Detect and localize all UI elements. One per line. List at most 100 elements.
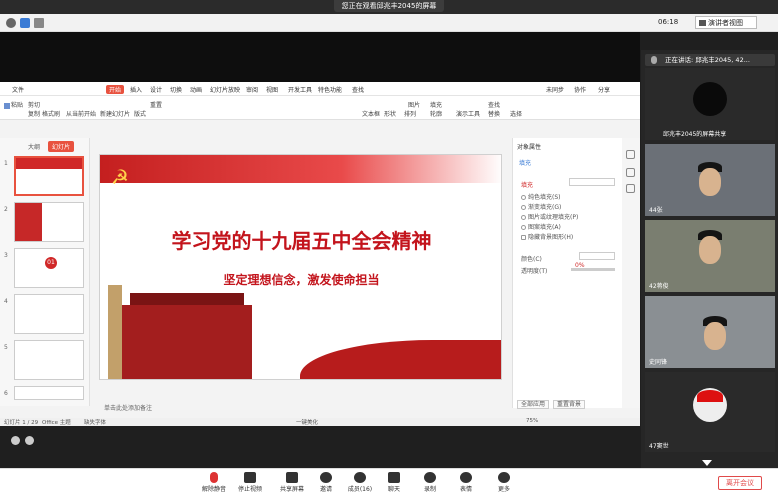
pattern-fill-option[interactable]: 图案填充(A)	[521, 222, 561, 231]
presentation-tools-button[interactable]: 演示工具	[456, 109, 480, 118]
presenter-view-button[interactable]: 演讲者视图	[695, 16, 757, 29]
menu-review[interactable]: 审阅	[246, 85, 258, 94]
menu-features[interactable]: 特色功能	[318, 85, 342, 94]
fill-button[interactable]: 填充	[430, 100, 442, 109]
scroll-down-icon[interactable]	[702, 460, 712, 466]
leave-meeting-button[interactable]: 离开会议	[718, 476, 762, 490]
outline-button[interactable]: 轮廓	[430, 109, 442, 118]
slide-thumbnail-2[interactable]	[14, 202, 84, 242]
slide-thumbnail-1[interactable]	[14, 156, 84, 196]
slide-pillar-graphic	[108, 285, 122, 379]
collaborate-button[interactable]: 协作	[574, 85, 586, 94]
missing-font[interactable]: 缺失字体	[84, 418, 106, 426]
emoji-button[interactable]: 表情	[448, 472, 484, 493]
menu-file[interactable]: 文件	[12, 85, 24, 94]
invite-button[interactable]: 邀请	[308, 472, 344, 493]
info-icon[interactable]	[6, 18, 16, 28]
solid-fill-option[interactable]: 纯色填充(S)	[521, 192, 561, 201]
fill-dropdown[interactable]	[569, 178, 615, 186]
paste-button[interactable]: 粘贴	[4, 100, 23, 109]
participant-face	[699, 168, 721, 196]
participant-tile-2[interactable]: 42蒋俊	[645, 220, 775, 292]
shield-icon[interactable]	[20, 18, 30, 28]
chat-button[interactable]: 聊天	[376, 472, 412, 493]
menu-design[interactable]: 设计	[150, 85, 162, 94]
find-button[interactable]: 查找	[488, 100, 500, 109]
theme-name: Office 主题	[42, 420, 71, 426]
select-button[interactable]: 选择	[510, 109, 522, 118]
video-button[interactable]: 停止视频	[232, 472, 268, 493]
reset-background-button[interactable]: 重置背景	[553, 400, 586, 409]
from-current-button[interactable]: 从当前开始	[66, 109, 96, 118]
unsynced-status[interactable]: 未同步	[546, 85, 564, 94]
emoji-icon	[460, 472, 472, 483]
sharer-tile[interactable]: 邱兆丰2045的屏幕共享	[645, 68, 775, 140]
slide-thumbnail-5[interactable]	[14, 340, 84, 380]
sharer-label: 邱兆丰2045的屏幕共享	[663, 131, 727, 138]
menu-search[interactable]: 查找	[352, 85, 364, 94]
thumb-number: 5	[4, 344, 8, 351]
properties-icon[interactable]	[626, 150, 635, 159]
record-icon	[424, 472, 436, 483]
notes-field[interactable]: 单击此处添加备注	[96, 403, 508, 415]
replace-button[interactable]: 替换	[488, 109, 500, 118]
star-icon[interactable]	[626, 168, 635, 177]
participant-tile-4[interactable]: 47窦世	[645, 372, 775, 452]
more-button[interactable]: 更多	[486, 472, 522, 493]
menu-animation[interactable]: 动画	[190, 85, 202, 94]
textbox-button[interactable]: 文本框	[362, 109, 380, 118]
cut-button[interactable]: 剪切	[28, 100, 40, 109]
menu-view[interactable]: 视图	[266, 85, 278, 94]
tab-outline[interactable]: 大纲	[24, 141, 44, 152]
shape-button[interactable]: 形状	[384, 109, 396, 118]
participant-tile-3[interactable]: 史同锋	[645, 296, 775, 368]
speaking-indicator: 正在讲话: 邱兆丰2045, 42...	[645, 54, 775, 66]
format-painter-button[interactable]: 格式刷	[42, 109, 60, 118]
record-button[interactable]: 录制	[412, 472, 448, 493]
participant-tile-1[interactable]: 44张	[645, 144, 775, 216]
picture-fill-option[interactable]: 图片或纹理填充(P)	[521, 212, 578, 221]
slide-thumbnail-6[interactable]	[14, 386, 84, 400]
menu-insert[interactable]: 插入	[130, 85, 142, 94]
reset-button[interactable]: 重置	[150, 100, 162, 109]
santa-hat-icon	[697, 390, 723, 402]
share-button[interactable]: 分享	[598, 85, 610, 94]
copy-button[interactable]: 复制	[28, 109, 40, 118]
emoji-small-icon[interactable]	[11, 436, 20, 445]
share-screen-button[interactable]: 共享屏幕	[274, 472, 310, 493]
radio-icon	[521, 205, 526, 210]
current-slide[interactable]: ☭ 学习党的十九届五中全会精神 坚定理想信念，激发使命担当	[99, 154, 502, 380]
thumb-number: 6	[4, 390, 8, 397]
new-slide-button[interactable]: 新建幻灯片	[100, 109, 130, 118]
slide-thumbnail-3[interactable]: 01	[14, 248, 84, 288]
color-picker[interactable]	[579, 252, 615, 260]
picture-button[interactable]: 图片	[408, 100, 420, 109]
gradient-fill-option[interactable]: 渐变填充(G)	[521, 202, 561, 211]
party-emblem-icon: ☭	[111, 165, 129, 189]
slide-thumbnail-4[interactable]	[14, 294, 84, 334]
menu-developer[interactable]: 开发工具	[288, 85, 312, 94]
radio-icon	[521, 225, 526, 230]
chat-small-icon[interactable]	[25, 436, 34, 445]
invite-icon	[320, 472, 332, 483]
members-button[interactable]: 成员(16)	[342, 472, 378, 493]
meeting-clock: 06:18	[658, 18, 679, 26]
hide-bg-option[interactable]: 隐藏背景图形(H)	[521, 232, 573, 241]
meeting-toolbar: 解除静音 停止视频 共享屏幕 邀请 成员(16) 聊天 录制 表情 更多	[0, 468, 778, 496]
participants-column: 正在讲话: 邱兆丰2045, 42... 邱兆丰2045的屏幕共享 44张 42…	[641, 50, 778, 468]
arrange-button[interactable]: 排列	[404, 109, 416, 118]
paste-icon	[4, 102, 10, 109]
copy-icon[interactable]	[626, 184, 635, 193]
apply-all-button[interactable]: 全部应用	[517, 400, 550, 409]
transparency-slider[interactable]	[571, 268, 615, 271]
signal-icon[interactable]	[34, 18, 44, 28]
menu-transition[interactable]: 切换	[170, 85, 182, 94]
menu-home[interactable]: 开始	[106, 85, 125, 94]
menu-slideshow[interactable]: 幻灯片放映	[210, 85, 240, 94]
beautify-button[interactable]: 一键美化	[296, 418, 318, 426]
fill-tab[interactable]: 填充	[519, 158, 531, 167]
fill-section-label: 填充	[521, 182, 534, 189]
tab-slides[interactable]: 幻灯片	[47, 141, 74, 152]
mute-button[interactable]: 解除静音	[196, 472, 232, 493]
layout-button[interactable]: 版式	[134, 109, 146, 118]
